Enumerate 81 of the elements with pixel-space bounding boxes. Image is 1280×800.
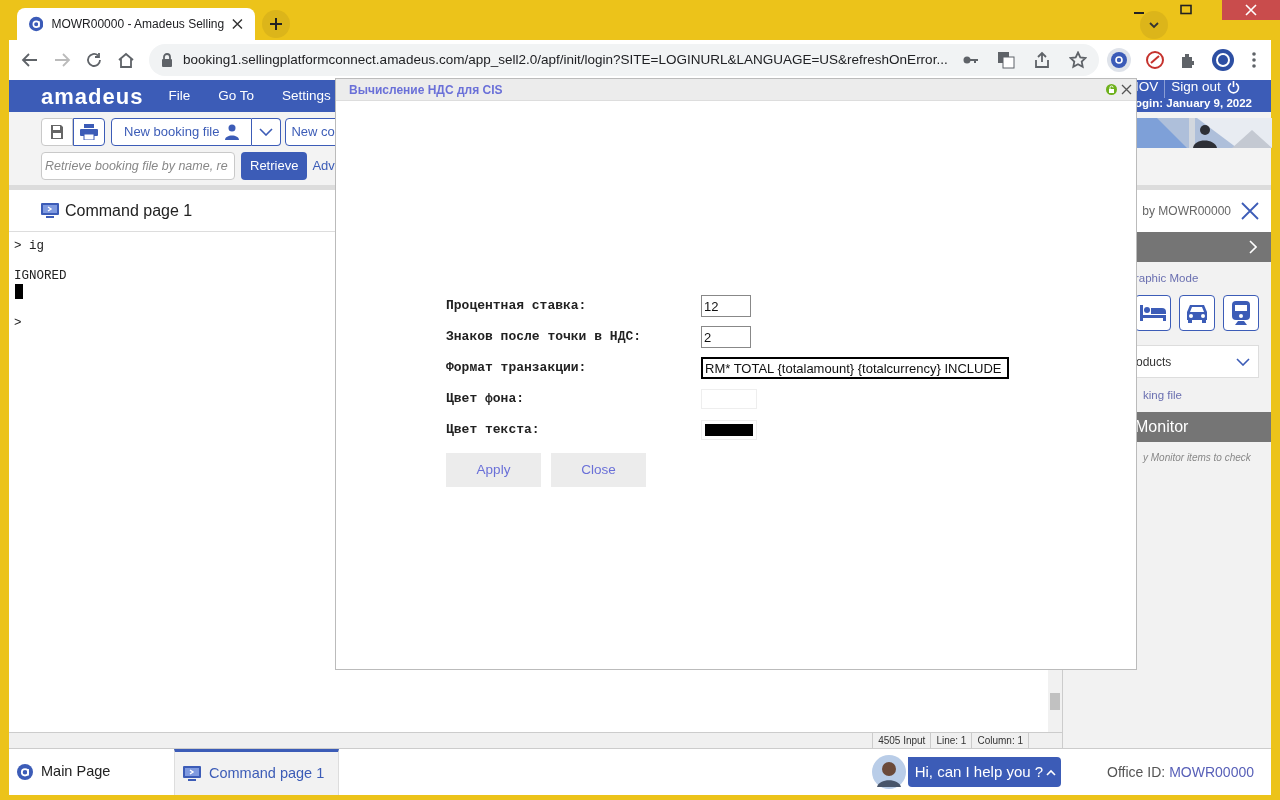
owner-text: by MOWR00000 — [1142, 203, 1231, 220]
avatar-icon — [871, 755, 906, 789]
window-close-button[interactable] — [1222, 0, 1280, 20]
menu-item[interactable]: Settings — [281, 85, 331, 107]
field-label: Цвет текста: — [446, 421, 541, 440]
terminal-line: IGNORED — [14, 269, 68, 284]
terminal-line: > ig — [14, 239, 45, 254]
car-button[interactable] — [1179, 295, 1215, 332]
car-icon — [1185, 303, 1209, 324]
close-icon[interactable] — [1121, 84, 1132, 95]
color-swatch[interactable] — [701, 420, 757, 440]
menu-icon[interactable] — [1251, 51, 1257, 69]
text-field[interactable]: 2 — [701, 326, 751, 348]
puzzle-icon[interactable] — [1179, 51, 1197, 69]
office-label: Office ID: — [1107, 762, 1166, 782]
share-icon[interactable] — [1033, 51, 1051, 69]
field-label: Процентная ставка: — [446, 297, 588, 316]
person-icon — [225, 124, 240, 140]
text-cursor — [15, 284, 23, 299]
profile-icon[interactable] — [1211, 48, 1235, 72]
hotel-button[interactable] — [1135, 295, 1171, 332]
dialog-button[interactable]: Close — [551, 453, 646, 487]
dialog-button[interactable]: Apply — [446, 453, 541, 487]
new-tab-icon[interactable] — [262, 10, 290, 38]
power-icon[interactable] — [1226, 80, 1240, 95]
maximize-icon[interactable] — [1180, 4, 1192, 16]
star-icon[interactable] — [1069, 51, 1087, 69]
terminal-icon — [183, 765, 201, 782]
text-field[interactable]: 12 — [701, 295, 751, 317]
back-icon[interactable] — [21, 51, 39, 69]
advanced-link[interactable]: Adv — [312, 156, 335, 176]
page-title: Command page 1 — [65, 200, 193, 221]
menu-item[interactable]: Go To — [218, 85, 254, 107]
hint-text: y Monitor items to check — [1141, 450, 1252, 465]
train-icon — [1231, 301, 1251, 326]
reload-icon[interactable] — [85, 51, 103, 69]
dropdown-label: oducts — [1136, 353, 1172, 371]
field-label: Цвет фона: — [446, 390, 525, 409]
search-field[interactable]: Retrieve booking file by name, re — [41, 152, 235, 180]
dropdown-button[interactable] — [252, 118, 282, 146]
chevron-down-icon — [259, 128, 274, 136]
site-icon — [29, 16, 44, 32]
text-field[interactable]: RM* TOTAL {totalamount} {totalcurrency} INCLUDE — [701, 357, 1009, 379]
dialog-title: Вычисление НДС для CIS — [349, 81, 503, 99]
close-icon[interactable] — [232, 18, 243, 30]
new-booking-button[interactable]: New booking file — [111, 118, 253, 146]
save-button[interactable] — [41, 118, 73, 146]
close-icon — [1245, 4, 1257, 16]
lock-icon — [161, 53, 173, 67]
tab-title: MOWR00000 - Amadeus Selling — [51, 16, 225, 33]
close-icon[interactable] — [1241, 202, 1259, 220]
retrieve-button[interactable]: Retrieve — [241, 152, 308, 180]
office-id: MOWR00000 — [1169, 762, 1254, 782]
chevron-down-icon — [1236, 357, 1250, 366]
extension-icon[interactable] — [1145, 50, 1165, 70]
chevron-up-icon — [1046, 768, 1057, 776]
printer-icon — [80, 124, 98, 140]
amadeus-logo: amadeus — [41, 82, 144, 111]
browser-tab[interactable]: MOWR00000 - Amadeus Selling — [17, 8, 255, 40]
page-tab[interactable]: Command page 1 — [174, 749, 339, 795]
booking-file-link[interactable]: king file — [1143, 387, 1259, 405]
url-text: booking1.sellingplatformconnect.amadeus.com/app_sell2.0/apf/init/login?SITE=LOGINURL&LANGUAGE=US&refreshOnError... — [183, 50, 948, 69]
field-label: Формат транзакции: — [446, 359, 588, 378]
extension-icon[interactable] — [1107, 48, 1131, 72]
train-button[interactable] — [1223, 295, 1259, 332]
field-label: Знаков после точки в НДС: — [446, 328, 643, 347]
products-dropdown[interactable]: oducts — [1135, 345, 1259, 379]
logo-icon — [17, 764, 33, 780]
chevron-right-icon — [1249, 240, 1257, 254]
tab-search-icon[interactable] — [1140, 11, 1168, 39]
address-bar[interactable]: booking1.sellingplatformconnect.amadeus.com/app_sell2.0/apf/init/login?SITE=LOGINURL&LANGUAGE=US&refreshOnError... — [149, 44, 1099, 76]
menu-item[interactable]: File — [168, 85, 191, 107]
lock-icon — [1106, 84, 1117, 95]
terminal-prompt: > — [14, 316, 23, 331]
terminal-icon — [41, 202, 59, 219]
bed-icon — [1140, 305, 1166, 322]
print-button[interactable] — [73, 118, 105, 146]
floppy-icon — [50, 124, 64, 140]
chat-button[interactable]: Hi, can I help you ? — [907, 757, 1062, 787]
sign-out-link[interactable]: Sign out — [1171, 77, 1221, 98]
home-icon[interactable] — [117, 51, 135, 69]
